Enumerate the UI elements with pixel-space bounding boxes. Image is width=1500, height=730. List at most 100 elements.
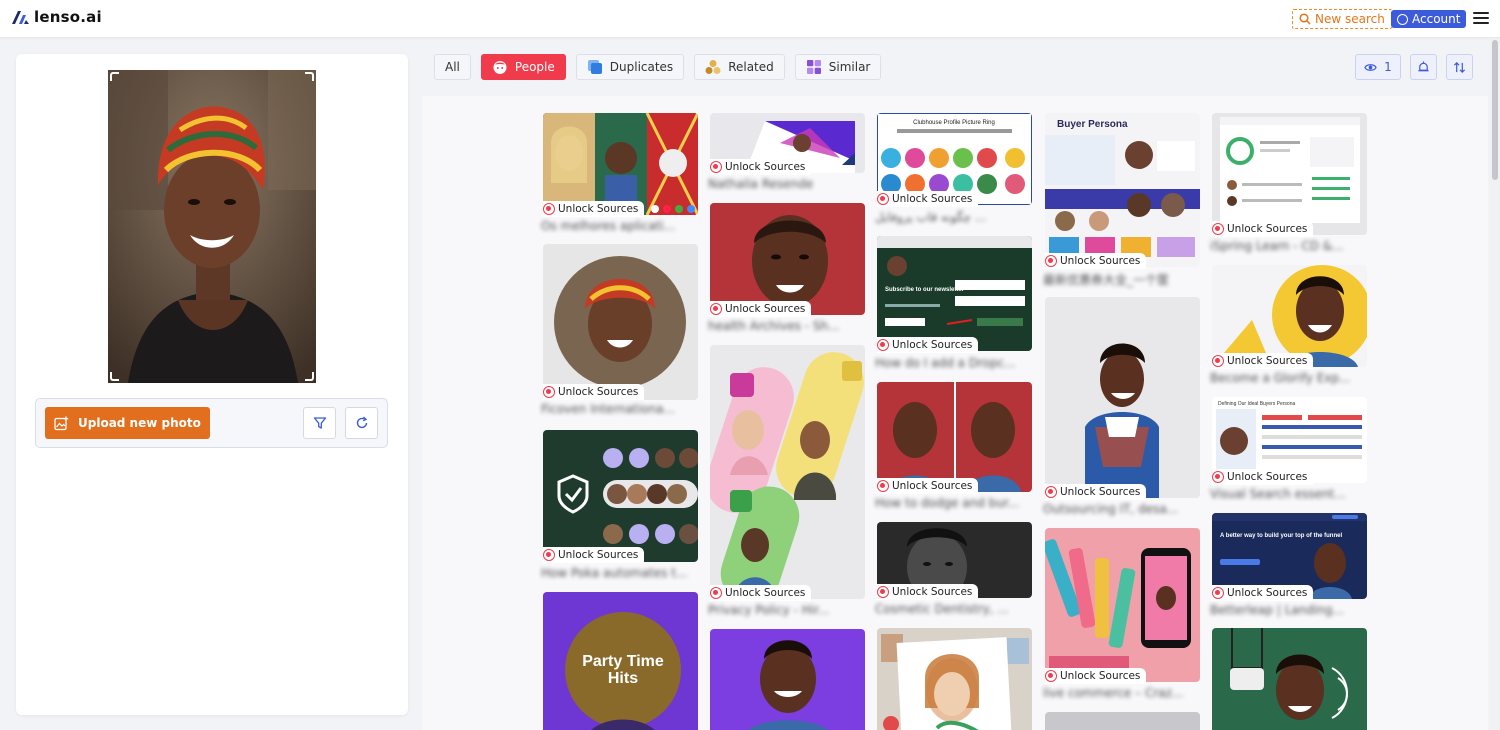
- unlock-sources-badge[interactable]: Unlock Sources: [1212, 221, 1314, 237]
- result-card[interactable]: Unlock Sources How Poka automates t...: [541, 430, 698, 580]
- unlock-icon: [877, 480, 889, 492]
- unlock-sources-badge[interactable]: Unlock Sources: [710, 159, 812, 175]
- result-thumbnail[interactable]: [877, 382, 1032, 492]
- result-card[interactable]: Buyer Persona Unlock Sources 最新优惠券大全_一个筐: [1043, 113, 1200, 287]
- result-card[interactable]: Subscribe to our newsletter Unlock Sourc…: [875, 236, 1032, 370]
- crop-corner[interactable]: [305, 72, 314, 81]
- unlock-sources-badge[interactable]: Unlock Sources: [710, 301, 812, 317]
- result-thumbnail[interactable]: [1045, 712, 1200, 730]
- filter-button[interactable]: [303, 407, 336, 439]
- menu-icon[interactable]: [1473, 12, 1489, 25]
- new-search-button[interactable]: New search: [1292, 9, 1392, 29]
- uploaded-photo[interactable]: [108, 70, 316, 383]
- result-card[interactable]: Unlock Sources Nathalia Resende: [708, 113, 865, 191]
- unlock-sources-badge[interactable]: Unlock Sources: [1045, 668, 1147, 684]
- result-thumbnail[interactable]: Party Time Hits: [543, 592, 698, 730]
- party-title: Party Time: [582, 653, 664, 670]
- result-thumbnail[interactable]: [543, 430, 698, 562]
- result-card[interactable]: Unlock Sources How to dodge and bur...: [875, 382, 1032, 510]
- tab-people[interactable]: People: [480, 54, 566, 80]
- result-card[interactable]: Unlock Sources Become a Glorify Exp...: [1210, 265, 1367, 385]
- result-card[interactable]: [1045, 712, 1200, 730]
- result-card[interactable]: Unlock Sources Privacy Policy - Hir...: [708, 345, 865, 617]
- thumbnail-image: [1212, 113, 1367, 235]
- result-card[interactable]: A better way to build your top of the fu…: [1210, 513, 1367, 617]
- result-card[interactable]: [877, 628, 1032, 730]
- result-card[interactable]: Unlock Sources iSpring Learn - CD &...: [1210, 113, 1367, 253]
- scrollbar-thumb[interactable]: [1492, 40, 1498, 180]
- result-thumbnail[interactable]: [1045, 528, 1200, 682]
- result-thumbnail[interactable]: [710, 203, 865, 315]
- result-card[interactable]: Unlock Sources Outsourcing IT, desa...: [1043, 297, 1200, 516]
- unlock-sources-badge[interactable]: Unlock Sources: [1045, 484, 1147, 500]
- unlock-sources-badge[interactable]: Unlock Sources: [1212, 585, 1314, 601]
- result-card[interactable]: Defining Our Ideal Buyers Persona Unlock…: [1210, 397, 1367, 501]
- tab-all[interactable]: All: [434, 54, 471, 80]
- unlock-icon: [877, 193, 889, 205]
- unlock-label: Unlock Sources: [892, 480, 973, 492]
- crop-corner[interactable]: [110, 372, 119, 381]
- result-caption: Privacy Policy - Hir...: [708, 603, 830, 617]
- alert-button[interactable]: [1410, 54, 1437, 80]
- result-thumbnail[interactable]: [543, 113, 698, 215]
- result-thumbnail[interactable]: [710, 629, 865, 730]
- result-card[interactable]: Unlock Sources Ficoven Internationa...: [541, 244, 698, 416]
- tab-duplicates[interactable]: Duplicates: [575, 54, 685, 80]
- unlock-label: Unlock Sources: [1227, 223, 1308, 235]
- page-scrollbar[interactable]: [1490, 38, 1500, 730]
- result-thumbnail[interactable]: Subscribe to our newsletter: [877, 236, 1032, 351]
- result-thumbnail[interactable]: [1045, 297, 1200, 498]
- result-thumbnail[interactable]: [710, 345, 865, 599]
- result-thumbnail[interactable]: [1212, 113, 1367, 235]
- result-caption: How Poka automates t...: [541, 566, 688, 580]
- crop-corner[interactable]: [110, 72, 119, 81]
- unlock-label: Unlock Sources: [892, 193, 973, 205]
- tab-similar[interactable]: Similar: [794, 54, 882, 80]
- result-card[interactable]: Unlock Sources health Archives - Sh...: [708, 203, 865, 333]
- result-caption: Nathalia Resende: [708, 177, 814, 191]
- unlock-sources-badge[interactable]: Unlock Sources: [877, 191, 979, 207]
- result-thumbnail[interactable]: [1212, 628, 1367, 730]
- upload-new-photo-button[interactable]: Upload new photo: [45, 407, 210, 439]
- unlock-label: Unlock Sources: [1060, 255, 1141, 267]
- result-card[interactable]: Party Time Hits: [543, 592, 698, 730]
- unlock-sources-badge[interactable]: Unlock Sources: [1212, 469, 1314, 485]
- tab-related[interactable]: Related: [694, 54, 785, 80]
- refresh-button[interactable]: [345, 407, 378, 439]
- result-card[interactable]: [710, 629, 865, 730]
- result-card[interactable]: Unlock Sources Os melhores aplicati...: [541, 113, 698, 233]
- result-card[interactable]: Unlock Sources Cosmetic Dentistry, ...: [875, 522, 1032, 616]
- grid-icon: [806, 60, 821, 74]
- unlock-sources-badge[interactable]: Unlock Sources: [543, 384, 645, 400]
- result-caption: live commerce – Craz...: [1043, 686, 1184, 700]
- unlock-icon: [1212, 471, 1224, 483]
- sort-button[interactable]: [1446, 54, 1473, 80]
- unlock-sources-badge[interactable]: Unlock Sources: [1045, 253, 1147, 269]
- logo-icon: [12, 10, 29, 24]
- result-thumbnail[interactable]: [877, 628, 1032, 730]
- unlock-sources-badge[interactable]: Unlock Sources: [877, 584, 979, 600]
- result-thumbnail[interactable]: [1212, 265, 1367, 367]
- logo[interactable]: lenso.ai: [12, 8, 102, 26]
- clubhouse-title: Clubhouse Profile Picture Ring: [913, 120, 995, 126]
- unlock-sources-badge[interactable]: Unlock Sources: [543, 201, 645, 217]
- thumbnail-image: [543, 430, 698, 562]
- view-count-button[interactable]: 1: [1355, 54, 1401, 80]
- search-icon: [1299, 13, 1311, 25]
- result-card[interactable]: [1212, 628, 1367, 730]
- result-thumbnail[interactable]: [543, 244, 698, 400]
- result-card[interactable]: Clubhouse Profile Picture Ring Unlock So…: [875, 113, 1032, 224]
- unlock-sources-badge[interactable]: Unlock Sources: [877, 337, 979, 353]
- unlock-sources-badge[interactable]: Unlock Sources: [1212, 353, 1314, 369]
- account-button[interactable]: Account: [1391, 10, 1467, 28]
- result-card[interactable]: Unlock Sources live commerce – Craz...: [1043, 528, 1200, 700]
- unlock-sources-badge[interactable]: Unlock Sources: [543, 547, 645, 563]
- refresh-icon: [356, 416, 367, 429]
- thumbnail-image: [1045, 528, 1200, 682]
- result-caption: 最新优惠券大全_一个筐: [1043, 273, 1170, 287]
- crop-corner[interactable]: [305, 372, 314, 381]
- unlock-sources-badge[interactable]: Unlock Sources: [877, 478, 979, 494]
- result-thumbnail[interactable]: Buyer Persona: [1045, 113, 1200, 267]
- unlock-icon: [1212, 587, 1224, 599]
- unlock-sources-badge[interactable]: Unlock Sources: [710, 585, 812, 601]
